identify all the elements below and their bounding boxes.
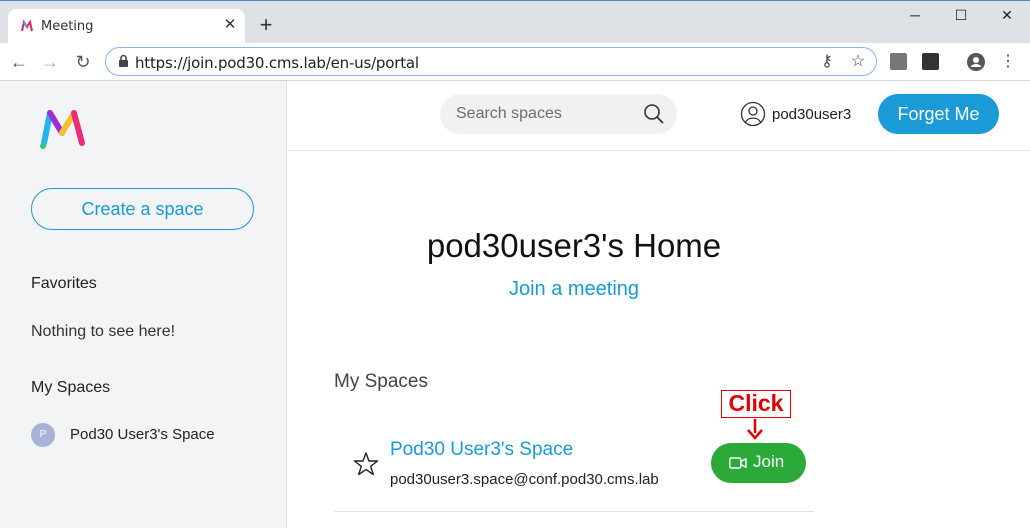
meeting-favicon-icon xyxy=(21,19,33,32)
search-box[interactable] xyxy=(440,94,677,134)
video-camera-icon xyxy=(729,457,747,469)
join-button[interactable]: Join xyxy=(711,443,806,483)
browser-titlebar: Meeting ✕ + ─ ☐ ✕ xyxy=(0,0,1030,44)
my-spaces-section-heading: My Spaces xyxy=(334,371,428,392)
avatar: P xyxy=(31,423,55,447)
user-menu[interactable]: pod30user3 xyxy=(740,101,870,127)
click-annotation: Click xyxy=(721,390,791,418)
row-divider xyxy=(334,511,814,512)
browser-toolbar: ← → ↻ https://join.pod30.cms.lab/en-us/p… xyxy=(0,43,1030,81)
reload-icon[interactable]: ↻ xyxy=(72,51,94,73)
user-icon xyxy=(740,101,766,127)
terminal-extension-icon[interactable] xyxy=(922,53,939,70)
lock-icon xyxy=(119,54,128,67)
join-meeting-link[interactable]: Join a meeting xyxy=(288,278,860,301)
bookmark-star-icon[interactable]: ☆ xyxy=(849,53,867,71)
search-icon[interactable] xyxy=(643,103,665,125)
tab-close-icon[interactable]: ✕ xyxy=(221,16,239,34)
window-close-icon[interactable]: ✕ xyxy=(996,7,1018,27)
key-icon[interactable]: ⚷ xyxy=(818,53,836,71)
meeting-logo-icon xyxy=(40,110,85,149)
sidebar-item-pod30-space[interactable]: P Pod30 User3's Space xyxy=(31,423,271,447)
favorite-star-icon[interactable] xyxy=(353,451,379,477)
space-title-link[interactable]: Pod30 User3's Space xyxy=(390,439,573,461)
kebab-menu-icon[interactable]: ⋮ xyxy=(1000,51,1016,73)
browser-tab[interactable]: Meeting ✕ xyxy=(8,9,245,44)
extension-j-icon[interactable] xyxy=(890,53,907,70)
create-space-button[interactable]: Create a space xyxy=(31,188,254,230)
main-content: pod30user3 Forget Me pod30user3's Home J… xyxy=(288,81,1030,528)
address-bar[interactable]: https://join.pod30.cms.lab/en-us/portal … xyxy=(105,47,877,76)
url-text: https://join.pod30.cms.lab/en-us/portal xyxy=(135,54,419,72)
minimize-icon[interactable]: ─ xyxy=(904,7,926,27)
my-spaces-heading: My Spaces xyxy=(31,379,111,396)
page-title: pod30user3's Home xyxy=(426,227,722,264)
maximize-icon[interactable]: ☐ xyxy=(950,7,972,27)
sidebar: Create a space Favorites Nothing to see … xyxy=(0,81,287,528)
sidebar-item-label: Pod30 User3's Space xyxy=(70,426,215,443)
join-label: Join xyxy=(753,452,785,471)
tab-title: Meeting xyxy=(41,19,94,34)
page-header: pod30user3 Forget Me xyxy=(288,81,1030,151)
forget-me-button[interactable]: Forget Me xyxy=(878,94,999,134)
search-input[interactable] xyxy=(456,104,636,124)
back-icon[interactable]: ← xyxy=(8,51,30,73)
new-tab-icon[interactable]: + xyxy=(255,14,277,37)
favorites-heading: Favorites xyxy=(31,275,97,292)
username: pod30user3 xyxy=(772,106,852,123)
profile-icon[interactable] xyxy=(966,52,986,72)
arrow-down-icon xyxy=(747,419,763,440)
forward-icon[interactable]: → xyxy=(39,51,61,73)
favorites-empty-text: Nothing to see here! xyxy=(31,323,176,340)
space-uri: pod30user3.space@conf.pod30.cms.lab xyxy=(390,471,659,488)
